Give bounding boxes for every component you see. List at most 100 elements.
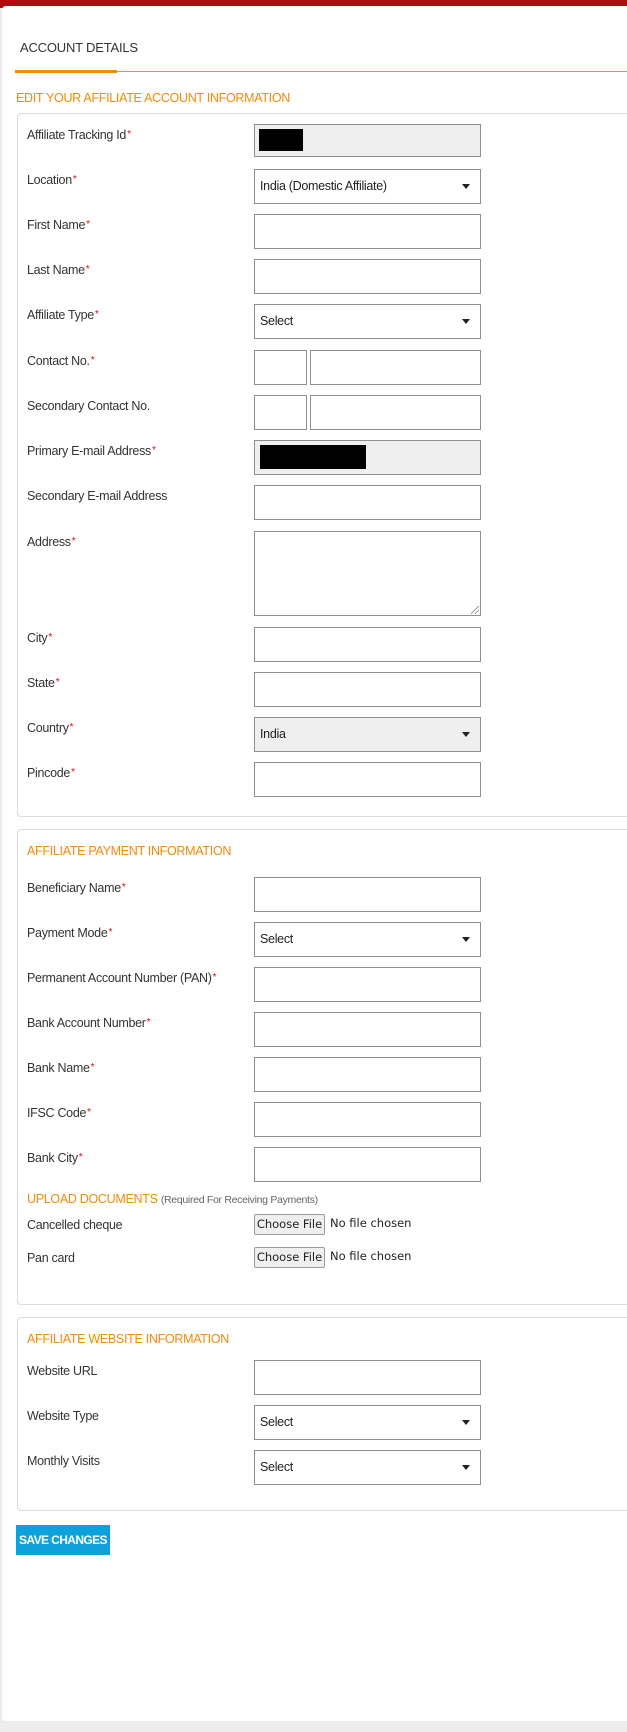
redacted-value bbox=[259, 129, 303, 151]
chevron-down-icon bbox=[462, 184, 470, 189]
website-type-selected-value: Select bbox=[260, 1415, 293, 1429]
account-information-section: Affiliate Tracking Id* Location* India (… bbox=[17, 113, 627, 817]
website-section-title: AFFILIATE WEBSITE INFORMATION bbox=[27, 1332, 229, 1346]
pan-label: Permanent Account Number (PAN)* bbox=[27, 971, 217, 985]
secondary-email-label: Secondary E-mail Address bbox=[27, 489, 168, 503]
primary-email-field[interactable] bbox=[254, 440, 481, 475]
resize-handle-icon[interactable] bbox=[471, 606, 479, 614]
state-input[interactable] bbox=[254, 672, 481, 707]
required-marker: * bbox=[146, 1017, 151, 1028]
address-label: Address* bbox=[27, 535, 76, 549]
country-select[interactable]: India bbox=[254, 717, 481, 752]
contact-number-input[interactable] bbox=[310, 350, 481, 385]
payment-section-title: AFFILIATE PAYMENT INFORMATION bbox=[27, 844, 232, 858]
chevron-down-icon bbox=[462, 937, 470, 942]
location-select[interactable]: India (Domestic Affiliate) bbox=[254, 169, 481, 204]
ifsc-input[interactable] bbox=[254, 1102, 481, 1137]
required-marker: * bbox=[86, 219, 90, 230]
website-url-input[interactable] bbox=[254, 1360, 481, 1395]
chevron-down-icon bbox=[462, 1420, 470, 1425]
beneficiary-name-row: Beneficiary Name* bbox=[18, 877, 627, 913]
secondary-email-input[interactable] bbox=[254, 485, 481, 520]
primary-email-row: Primary E-mail Address* bbox=[18, 440, 627, 476]
payment-mode-row: Payment Mode* Select bbox=[18, 922, 627, 958]
upload-documents-heading: UPLOAD DOCUMENTS (Required For Receiving… bbox=[27, 1192, 318, 1206]
address-textarea[interactable] bbox=[254, 531, 481, 616]
website-url-label: Website URL bbox=[27, 1364, 98, 1378]
website-information-section: AFFILIATE WEBSITE INFORMATION Website UR… bbox=[17, 1317, 627, 1511]
website-type-select[interactable]: Select bbox=[254, 1405, 481, 1440]
contact-no-label: Contact No.* bbox=[27, 354, 95, 368]
first-name-row: First Name* bbox=[18, 214, 627, 250]
save-changes-button[interactable]: SAVE CHANGES bbox=[16, 1525, 110, 1555]
chevron-down-icon bbox=[462, 319, 470, 324]
bank-account-input[interactable] bbox=[254, 1012, 481, 1047]
required-marker: * bbox=[152, 445, 156, 456]
required-marker: * bbox=[87, 1107, 91, 1118]
location-label: Location* bbox=[27, 173, 77, 187]
tracking-id-field[interactable] bbox=[254, 124, 481, 157]
bank-name-row: Bank Name* bbox=[18, 1057, 627, 1093]
contact-country-code-input[interactable] bbox=[254, 350, 307, 385]
cancelled-cheque-file-status: No file chosen bbox=[330, 1216, 412, 1230]
state-label: State* bbox=[27, 676, 60, 690]
monthly-visits-selected-value: Select bbox=[260, 1460, 293, 1474]
bank-city-row: Bank City* bbox=[18, 1147, 627, 1183]
pan-input[interactable] bbox=[254, 967, 481, 1002]
address-row: Address* bbox=[18, 531, 627, 617]
pan-row: Permanent Account Number (PAN)* bbox=[18, 967, 627, 1003]
primary-email-label: Primary E-mail Address* bbox=[27, 444, 156, 458]
cancelled-cheque-choose-file-button[interactable]: Choose File bbox=[254, 1214, 325, 1235]
pan-card-label: Pan card bbox=[27, 1251, 75, 1265]
location-selected-value: India (Domestic Affiliate) bbox=[260, 179, 387, 193]
tracking-id-row: Affiliate Tracking Id* bbox=[18, 124, 627, 160]
pincode-input[interactable] bbox=[254, 762, 481, 797]
required-marker: * bbox=[212, 972, 217, 983]
required-marker: * bbox=[72, 174, 77, 185]
pan-card-file-status: No file chosen bbox=[330, 1249, 412, 1263]
secondary-contact-number-input[interactable] bbox=[310, 395, 481, 430]
cancelled-cheque-label: Cancelled cheque bbox=[27, 1218, 123, 1232]
ifsc-label: IFSC Code* bbox=[27, 1106, 91, 1120]
tab-bar: ACCOUNT DETAILS bbox=[15, 6, 627, 73]
first-name-input[interactable] bbox=[254, 214, 481, 249]
tracking-id-label: Affiliate Tracking Id* bbox=[27, 128, 131, 142]
secondary-contact-no-label: Secondary Contact No. bbox=[27, 399, 150, 413]
tab-account-details[interactable]: ACCOUNT DETAILS bbox=[15, 40, 138, 55]
pincode-row: Pincode* bbox=[18, 762, 627, 798]
secondary-contact-country-code-input[interactable] bbox=[254, 395, 307, 430]
country-selected-value: India bbox=[260, 727, 286, 741]
pan-card-row: Pan card Choose File No file chosen bbox=[18, 1247, 627, 1271]
payment-mode-selected-value: Select bbox=[260, 932, 293, 946]
last-name-input[interactable] bbox=[254, 259, 481, 294]
chevron-down-icon bbox=[462, 1465, 470, 1470]
ifsc-row: IFSC Code* bbox=[18, 1102, 627, 1138]
required-marker: * bbox=[85, 264, 90, 275]
beneficiary-name-input[interactable] bbox=[254, 877, 481, 912]
monthly-visits-row: Monthly Visits Select bbox=[18, 1450, 627, 1486]
bank-name-input[interactable] bbox=[254, 1057, 481, 1092]
last-name-label: Last Name* bbox=[27, 263, 90, 277]
affiliate-type-row: Affiliate Type* Select bbox=[18, 304, 627, 340]
bank-name-label: Bank Name* bbox=[27, 1061, 95, 1075]
upload-documents-title: UPLOAD DOCUMENTS bbox=[27, 1192, 158, 1206]
city-input[interactable] bbox=[254, 627, 481, 662]
country-row: Country* India bbox=[18, 717, 627, 753]
website-type-label: Website Type bbox=[27, 1409, 99, 1423]
edit-heading: EDIT YOUR AFFILIATE ACCOUNT INFORMATION bbox=[16, 91, 290, 105]
contact-no-row: Contact No.* bbox=[18, 350, 627, 386]
required-marker: * bbox=[90, 1062, 95, 1073]
payment-mode-select[interactable]: Select bbox=[254, 922, 481, 957]
required-marker: * bbox=[55, 677, 60, 688]
required-marker: * bbox=[71, 767, 75, 778]
first-name-label: First Name* bbox=[27, 218, 90, 232]
secondary-email-row: Secondary E-mail Address bbox=[18, 485, 627, 521]
pan-card-choose-file-button[interactable]: Choose File bbox=[254, 1247, 325, 1268]
bank-city-input[interactable] bbox=[254, 1147, 481, 1182]
payment-information-section: AFFILIATE PAYMENT INFORMATION Beneficiar… bbox=[17, 829, 627, 1305]
monthly-visits-select[interactable]: Select bbox=[254, 1450, 481, 1485]
affiliate-type-select[interactable]: Select bbox=[254, 304, 481, 339]
pincode-label: Pincode* bbox=[27, 766, 75, 780]
required-marker: * bbox=[121, 882, 126, 893]
monthly-visits-label: Monthly Visits bbox=[27, 1454, 100, 1468]
